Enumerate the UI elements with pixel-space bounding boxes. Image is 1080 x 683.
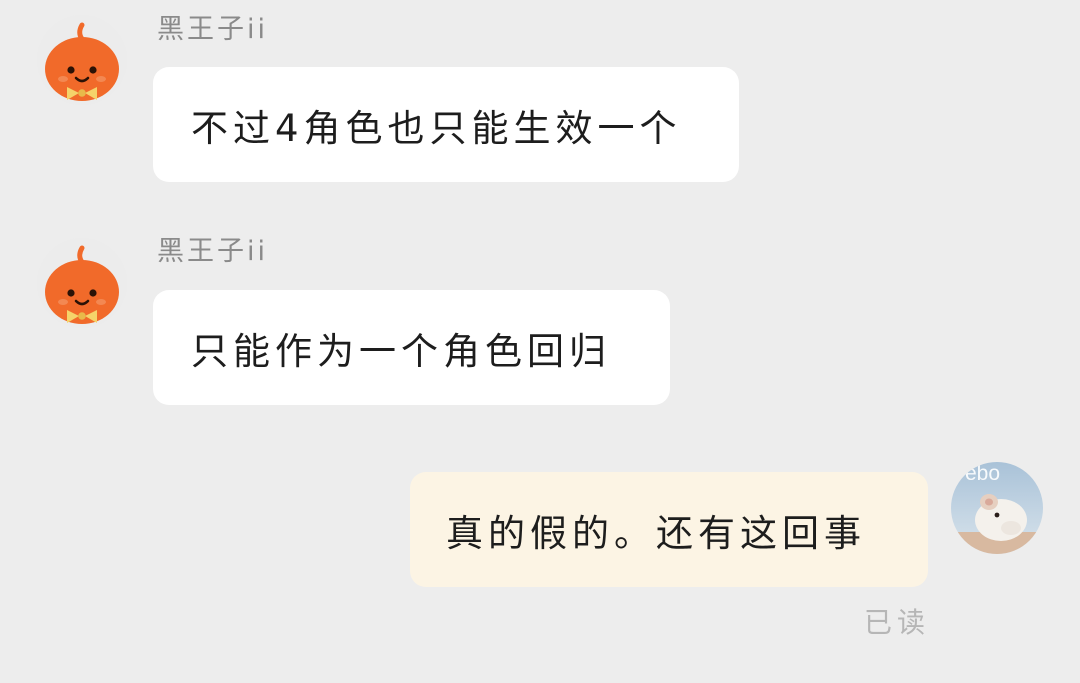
hamster-photo-avatar-icon: ebo bbox=[951, 462, 1043, 554]
sender-avatar[interactable] bbox=[37, 238, 127, 328]
message-text: 真的假的。还有这回事 bbox=[446, 511, 866, 555]
orange-mascot-avatar-icon bbox=[37, 238, 127, 328]
message-bubble[interactable]: 不过4角色也只能生效一个 bbox=[153, 67, 739, 182]
sender-avatar[interactable] bbox=[37, 15, 127, 105]
sender-name: 黑王子ii bbox=[157, 14, 269, 45]
message-text: 不过4角色也只能生效一个 bbox=[191, 106, 682, 150]
sender-name: 黑王子ii bbox=[157, 236, 269, 267]
read-status: 已读 bbox=[864, 606, 931, 639]
message-text: 只能作为一个角色回归 bbox=[191, 329, 611, 373]
avatar-overlay-text: ebo bbox=[965, 462, 1000, 485]
message-bubble-outgoing[interactable]: 真的假的。还有这回事 bbox=[410, 472, 928, 587]
orange-mascot-avatar-icon bbox=[37, 15, 127, 105]
my-avatar[interactable]: ebo bbox=[951, 462, 1043, 554]
message-bubble[interactable]: 只能作为一个角色回归 bbox=[153, 290, 670, 405]
